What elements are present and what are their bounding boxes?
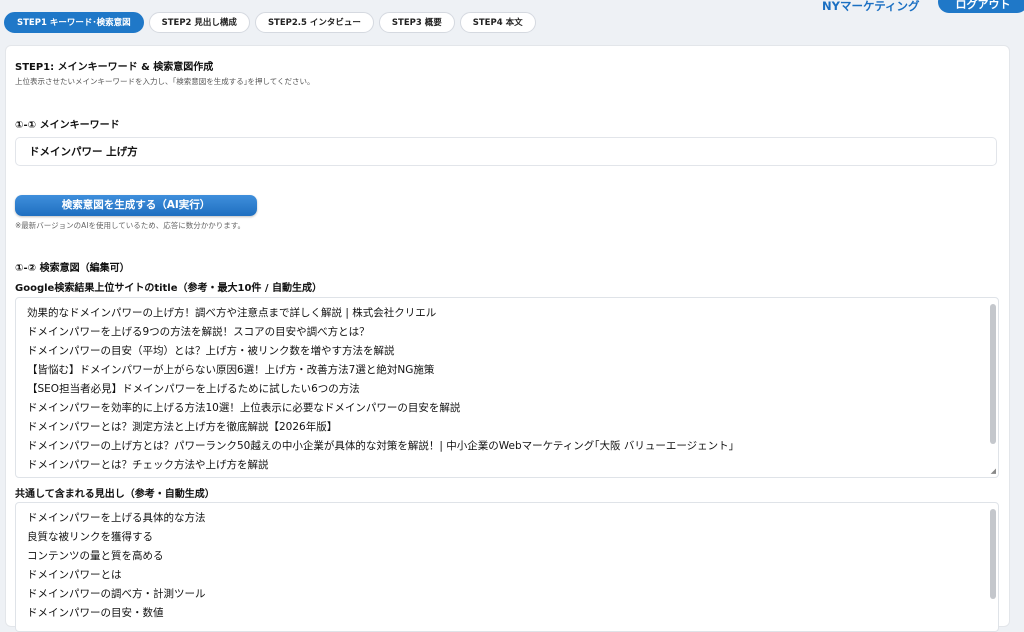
intent-label: ①-② 検索意図（編集可） (15, 263, 130, 274)
list-item: ドメインパワーを効率的に上げる方法10選！上位表示に必要なドメインパワーの目安を… (27, 402, 461, 414)
main-keyword-input[interactable]: ドメインパワー 上げ方 (15, 137, 997, 166)
step-tabs: STEP1 キーワード･検索意図 STEP2 見出し構成 STEP2.5 インタ… (4, 12, 536, 33)
titles-label: Google検索結果上位サイトのtitle（参考・最大10件 / 自動生成） (15, 283, 323, 294)
titles-textarea[interactable]: 効果的なドメインパワーの上げ方！調べ方や注意点まで詳しく解説 | 株式会社クリエ… (15, 297, 999, 478)
tab-step1[interactable]: STEP1 キーワード･検索意図 (4, 12, 144, 33)
resize-grip-icon[interactable]: ◢ (991, 467, 996, 475)
headings-label: 共通して含まれる見出し（参考・自動生成） (15, 489, 215, 500)
step-title: STEP1: メインキーワード & 検索意図作成 (15, 62, 214, 73)
list-item: ドメインパワーの上げ方とは？パワーランク50越えの中小企業が具体的な対策を解説！… (27, 440, 734, 452)
headings-scrollbar[interactable] (990, 509, 996, 599)
list-item: ドメインパワーの目安（平均）とは？上げ方・被リンク数を増やす方法を解説 (27, 345, 395, 357)
list-item: ドメインパワーの目安・数値 (27, 607, 164, 619)
list-item: ドメインパワーの調べ方・計測ツール (27, 588, 206, 600)
brand-name[interactable]: NYマーケティング (822, 0, 920, 14)
headings-textarea[interactable]: ドメインパワーを上げる具体的な方法 良質な被リンクを獲得する コンテンツの量と質… (15, 502, 999, 632)
list-item: 良質な被リンクを獲得する (27, 531, 153, 543)
tab-step3[interactable]: STEP3 概要 (378, 12, 455, 33)
tab-step4[interactable]: STEP4 本文 (459, 12, 536, 33)
ai-note: ※最新バージョンのAIを使用しているため、応答に数分かかります。 (15, 221, 245, 230)
list-item: ドメインパワーを上げる具体的な方法 (27, 512, 206, 524)
titles-scrollbar[interactable] (990, 304, 996, 444)
keyword-label: ①-① メインキーワード (15, 120, 120, 131)
list-item: 効果的なドメインパワーの上げ方！調べ方や注意点まで詳しく解説 | 株式会社クリエ… (27, 307, 437, 319)
list-item: ドメインパワーとは？測定方法と上げ方を徹底解説【2026年版】 (27, 421, 338, 433)
tab-step2[interactable]: STEP2 見出し構成 (148, 12, 250, 33)
list-item: 【SEO担当者必見】ドメインパワーを上げるために試したい6つの方法 (27, 383, 360, 395)
logout-button[interactable]: ログアウト (938, 0, 1024, 13)
list-item: 【皆悩む】ドメインパワーが上がらない原因6選！上げ方・改善方法7選と絶対NG施策 (27, 364, 435, 376)
step-subtitle: 上位表示させたいメインキーワードを入力し、｢検索意図を生成する｣を押してください… (15, 77, 315, 86)
tab-step2-5[interactable]: STEP2.5 インタビュー (254, 12, 374, 33)
top-bar: STEP1 キーワード･検索意図 STEP2 見出し構成 STEP2.5 インタ… (0, 0, 1024, 40)
list-item: コンテンツの量と質を高める (27, 550, 164, 562)
list-item: ドメインパワーとは？チェック方法や上げ方を解説 (27, 459, 269, 471)
list-item: ドメインパワーを上げる9つの方法を解説！スコアの目安や調べ方とは？ (27, 326, 370, 338)
step1-panel: STEP1: メインキーワード & 検索意図作成 上位表示させたいメインキーワー… (5, 45, 1010, 632)
list-item: ドメインパワーとは (27, 569, 122, 581)
generate-intent-button[interactable]: 検索意図を生成する（AI実行） (15, 195, 257, 216)
